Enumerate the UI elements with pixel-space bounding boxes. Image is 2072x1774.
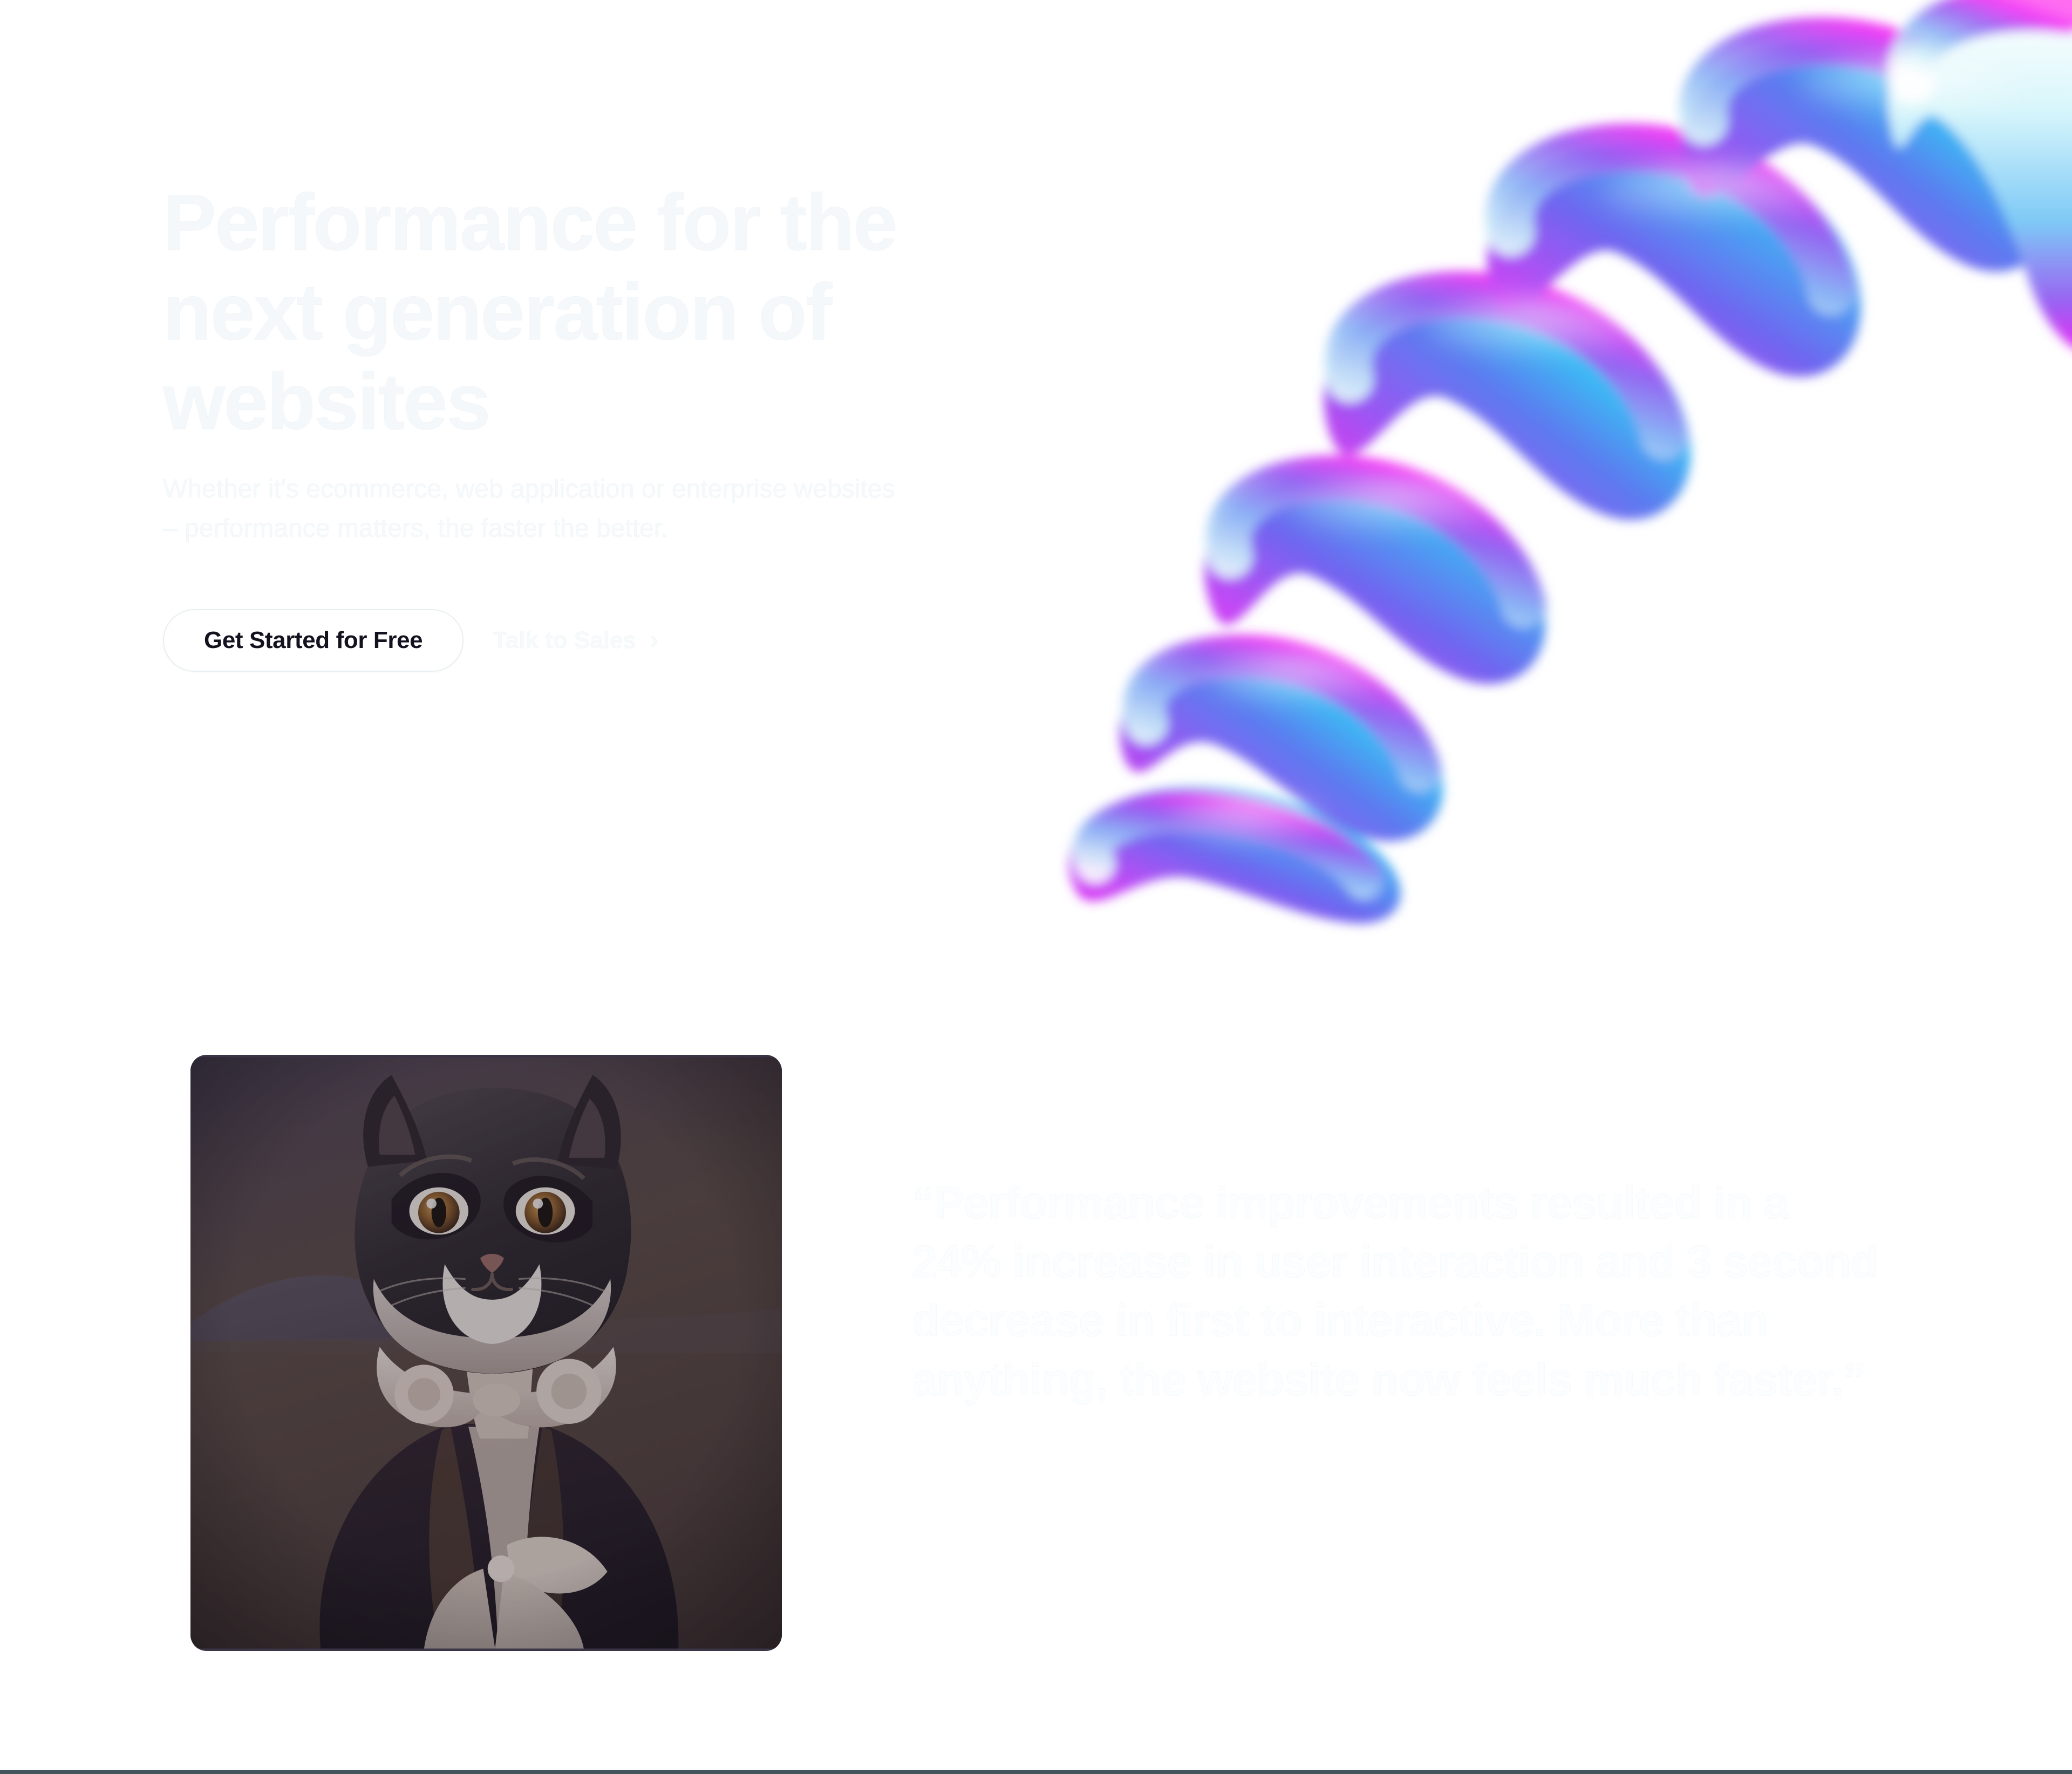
chevron-right-icon: › xyxy=(650,625,659,654)
hero-subheading: Whether it's ecommerce, web application … xyxy=(163,475,895,543)
get-started-button[interactable]: Get Started for Free xyxy=(163,609,464,672)
hero-copy: Performance for the next generation of w… xyxy=(163,178,1037,672)
testimonial-portrait xyxy=(190,1055,782,1651)
talk-to-sales-link[interactable]: Talk to Sales › xyxy=(493,625,659,654)
hero-cta-row: Get Started for Free Talk to Sales › xyxy=(163,609,1037,672)
hero-section: Performance for the next generation of w… xyxy=(0,0,2072,950)
gradient-spiral-illustration xyxy=(1014,0,2072,960)
page-title: Performance for the next generation of w… xyxy=(163,178,898,446)
landing-page: Performance for the next generation of w… xyxy=(0,0,2072,1774)
quote-text: “Performance improvements resulted in a … xyxy=(912,1177,1879,1405)
testimonial-quote: “Performance improvements resulted in a … xyxy=(912,1173,1883,1409)
testimonial-section: “Performance improvements resulted in a … xyxy=(0,1025,2072,1705)
talk-to-sales-label: Talk to Sales xyxy=(493,627,636,654)
